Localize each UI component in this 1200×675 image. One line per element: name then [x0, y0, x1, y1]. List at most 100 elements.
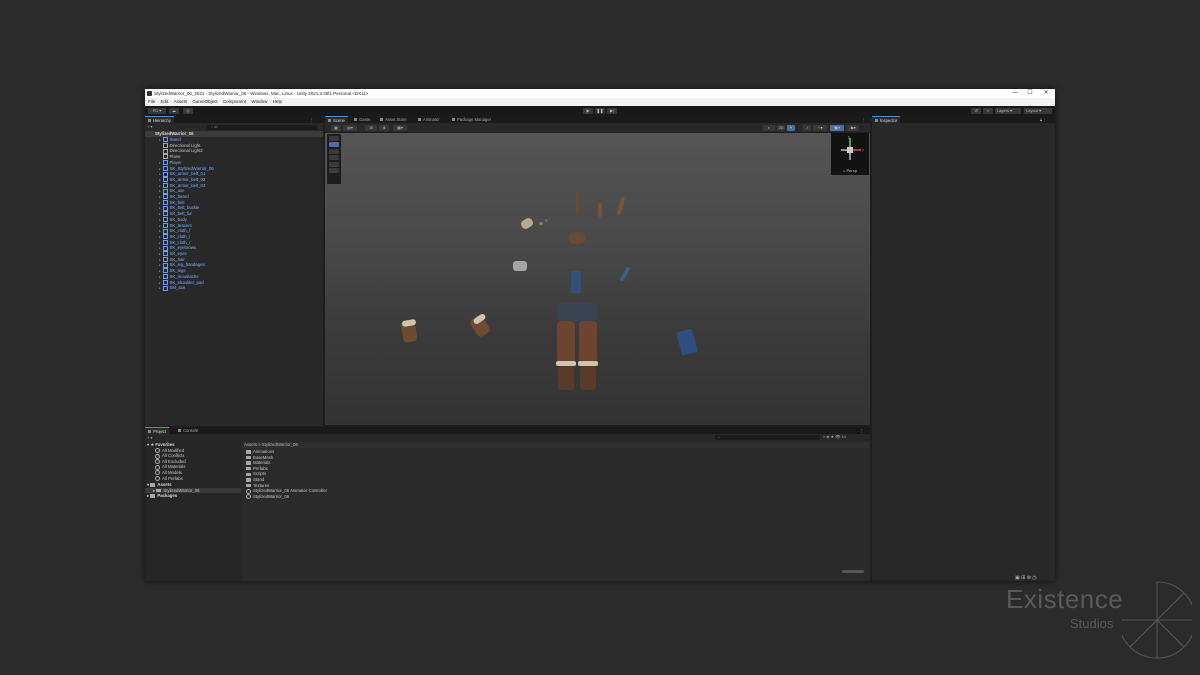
- maximize-button[interactable]: ☐: [1022, 89, 1038, 98]
- tab-console[interactable]: Console: [175, 427, 201, 434]
- shading-dropdown[interactable]: ▤▾: [343, 124, 357, 131]
- gameobject-icon: [163, 262, 168, 268]
- rect-tool-button[interactable]: [329, 161, 339, 167]
- project-file-label: Materials: [253, 460, 271, 466]
- search-icon[interactable]: ⌕: [983, 108, 993, 114]
- play-button[interactable]: ▶: [583, 108, 593, 114]
- hierarchy-item-label: SM_axe: [169, 285, 186, 291]
- hand-tool-button[interactable]: [329, 135, 339, 141]
- close-button[interactable]: ✕: [1038, 89, 1054, 98]
- hierarchy-item-label: SK_legs: [169, 268, 186, 274]
- project-file-item[interactable]: StylizedWarrior_06: [246, 494, 289, 500]
- 2d-toggle[interactable]: 2D: [777, 124, 785, 131]
- gameobject-icon: [163, 182, 168, 188]
- draw-mode-icon[interactable]: ▦: [331, 124, 341, 131]
- inspector-lock-icon[interactable]: 🔒︎⋮: [1040, 116, 1046, 123]
- tab-asset-store[interactable]: Asset Store: [377, 116, 410, 123]
- tab-animator[interactable]: Animator: [415, 116, 443, 123]
- menu-window[interactable]: Window: [251, 99, 267, 104]
- projection-label[interactable]: < Persp: [831, 168, 869, 173]
- favorite-item-label: All Modified: [162, 447, 185, 453]
- panel-menu-icon[interactable]: ⋮: [309, 116, 313, 123]
- collab-icon[interactable]: ◎: [183, 108, 193, 114]
- hierarchy-item[interactable]: ▸ SM_axe: [159, 285, 185, 291]
- pivot-icon[interactable]: ⊞: [365, 124, 377, 131]
- hierarchy-search-row: + ▾ ⌕ All: [147, 124, 321, 130]
- tab-game[interactable]: Game: [351, 116, 373, 123]
- packages-header[interactable]: ▸ Packages: [147, 493, 177, 499]
- rotate-tool-button[interactable]: [329, 148, 339, 154]
- transform-tool-button[interactable]: [329, 168, 339, 173]
- folder-icon: [246, 455, 251, 460]
- project-search-input[interactable]: ⌕: [715, 435, 820, 440]
- menu-gameobject[interactable]: GameObject: [192, 99, 217, 104]
- scale-tool-button[interactable]: [329, 155, 339, 160]
- gameobject-icon: [163, 279, 168, 285]
- add-button[interactable]: + ▾: [147, 124, 152, 130]
- project-add-button[interactable]: + ▾: [147, 435, 152, 440]
- leg-left-part: [557, 321, 575, 363]
- tab-game-label: Game: [359, 117, 371, 122]
- camera-dropdown[interactable]: ▣▾: [830, 124, 844, 131]
- account-dropdown[interactable]: FD ▾: [148, 108, 166, 114]
- scene-viewport[interactable]: [325, 133, 870, 425]
- layers-dropdown[interactable]: Layers ▾: [995, 108, 1021, 114]
- tab-package-manager[interactable]: Package Manager: [449, 116, 494, 123]
- hierarchy-item-label: Stand: [169, 137, 181, 142]
- layers-label: Layers: [997, 108, 1010, 113]
- snap-dropdown[interactable]: ▦▾: [393, 124, 407, 131]
- inspector-panel: Inspector 🔒︎⋮: [872, 116, 1055, 581]
- project-menu-icon[interactable]: ⋮: [859, 427, 863, 434]
- hierarchy-item-label: SK_bracers: [169, 222, 192, 228]
- lighting-icon[interactable]: ✦: [787, 124, 795, 131]
- gizmos-dropdown[interactable]: ◉▾: [847, 124, 859, 131]
- minimize-button[interactable]: —: [1007, 89, 1023, 98]
- gameobject-icon: [163, 205, 168, 211]
- tab-console-label: Console: [183, 428, 199, 433]
- effects-dropdown[interactable]: ✧▾: [813, 124, 827, 131]
- hierarchy-search-input[interactable]: ⌕ All: [207, 124, 317, 130]
- tab-package-manager-label: Package Manager: [457, 117, 491, 122]
- gameobject-icon: [163, 154, 168, 160]
- search-icon: [155, 470, 160, 476]
- global-icon[interactable]: ⊕: [379, 124, 389, 131]
- menu-component[interactable]: Component: [223, 99, 246, 104]
- breadcrumb[interactable]: Assets > StylizedWarrior_06: [242, 442, 870, 448]
- tab-project[interactable]: Project: [145, 427, 170, 434]
- tab-project-label: Project: [153, 429, 167, 434]
- title-bar: StylizedWarrior_06_2021 - StylizedWarrio…: [145, 89, 1055, 98]
- menu-help[interactable]: Help: [273, 99, 282, 104]
- undo-history-icon[interactable]: ↺: [971, 108, 981, 114]
- render-mode-icon[interactable]: ◐: [763, 124, 775, 131]
- gameobject-icon: [163, 211, 168, 217]
- audio-icon[interactable]: ♪: [803, 124, 811, 131]
- layout-dropdown[interactable]: Layout ▾: [1024, 108, 1052, 114]
- tab-hierarchy[interactable]: Hierarchy: [145, 116, 174, 123]
- favorites-label: Favorites: [155, 442, 175, 447]
- folder-icon: [148, 430, 151, 434]
- menu-edit[interactable]: Edit: [161, 99, 169, 104]
- project-file-label: Textures: [253, 482, 270, 488]
- project-filter-icons[interactable]: ⌕ ◈ ★ 👁︎ 14: [823, 434, 846, 439]
- gameobject-icon: [163, 148, 168, 154]
- hierarchy-item-label: SK_cloth_r: [169, 239, 191, 245]
- gameobject-icon: [163, 268, 168, 274]
- tab-inspector[interactable]: Inspector: [872, 116, 901, 123]
- cloth-right-part: [676, 328, 698, 356]
- pause-button[interactable]: ❚❚: [595, 108, 605, 114]
- menu-file[interactable]: File: [148, 99, 155, 104]
- scene-menu-icon[interactable]: ⋮: [861, 116, 865, 123]
- move-tool-button[interactable]: [329, 142, 339, 147]
- favorite-item[interactable]: All Prefabs: [155, 476, 183, 482]
- menu-assets[interactable]: Assets: [174, 99, 188, 104]
- folder-icon: [156, 488, 162, 493]
- step-button[interactable]: ▶|: [607, 108, 617, 114]
- menu-bar: File Edit Assets GameObject Component Wi…: [145, 98, 1055, 106]
- cloud-icon[interactable]: ☁: [169, 108, 179, 114]
- gameobject-icon: [163, 274, 168, 280]
- hierarchy-item-label: SK_belt: [169, 199, 185, 205]
- tab-scene[interactable]: Scene: [325, 116, 348, 123]
- logo-line1: Existence: [1006, 584, 1124, 614]
- orientation-gizmo[interactable]: y x < Persp: [831, 133, 869, 175]
- icon-size-slider[interactable]: [842, 570, 864, 573]
